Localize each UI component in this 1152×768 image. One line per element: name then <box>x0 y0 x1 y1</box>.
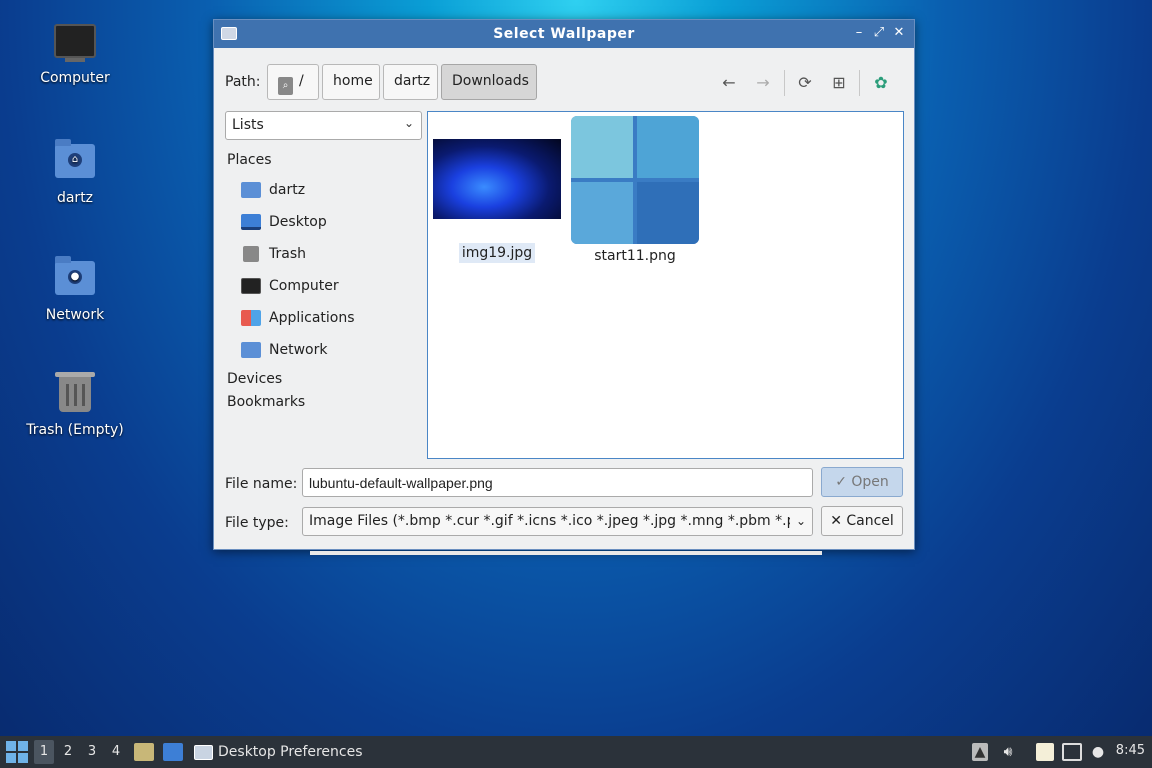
desktop-icon-label: Network <box>45 307 105 323</box>
minimize-icon[interactable]: – <box>852 25 866 41</box>
cancel-button[interactable]: ✕ Cancel <box>821 506 903 536</box>
chevron-down-icon: ⌄ <box>403 116 414 130</box>
volume-icon[interactable]: 🔊︎ <box>998 743 1018 761</box>
network-folder-icon <box>241 342 261 358</box>
chevron-down-icon: ⌄ <box>790 508 812 535</box>
file-name: start11.png <box>594 248 676 264</box>
sidebar-item-applications[interactable]: Applications <box>227 302 422 334</box>
breadcrumb-home[interactable]: home <box>322 64 380 100</box>
workspace-3[interactable]: 3 <box>82 740 102 764</box>
home-folder-icon: ⌂ <box>53 139 97 184</box>
notification-icon[interactable]: ● <box>1090 743 1106 761</box>
path-bar: Path: ⌕ / home dartz Downloads ← → ⟳ ⊞ ✿ <box>214 64 914 100</box>
background-window-edge <box>310 551 822 555</box>
view-mode-select[interactable]: Lists ⌄ <box>225 111 422 140</box>
clipboard-icon[interactable] <box>1036 743 1054 761</box>
desktop-icon-label: Computer <box>40 70 110 86</box>
workspace-1[interactable]: 1 <box>34 740 54 764</box>
file-icon-view[interactable]: img19.jpg start11.png <box>427 111 904 459</box>
devices-heading[interactable]: Devices <box>227 368 422 391</box>
new-folder-icon[interactable]: ⊞ <box>828 72 850 94</box>
desktop-icon <box>241 214 261 230</box>
start-menu-icon[interactable] <box>6 741 28 763</box>
checkmark-icon: ✓ <box>835 474 847 490</box>
breadcrumb-root[interactable]: ⌕ / <box>267 64 319 100</box>
file-type-label: File type: <box>225 515 289 531</box>
maximize-icon[interactable]: ⤢ <box>872 25 886 41</box>
workspace-4[interactable]: 4 <box>106 740 126 764</box>
computer-icon <box>241 278 261 294</box>
trash-icon <box>53 372 97 416</box>
file-name: img19.jpg <box>458 243 536 263</box>
drive-icon: ⌕ <box>278 77 293 95</box>
file-name-input[interactable] <box>302 468 813 497</box>
bookmarks-heading[interactable]: Bookmarks <box>227 391 422 414</box>
computer-icon <box>53 24 97 64</box>
image-thumbnail <box>433 139 561 219</box>
back-arrow-icon[interactable]: ← <box>718 72 740 94</box>
file-name-label: File name: <box>225 476 298 492</box>
dialog-title: Select Wallpaper <box>493 26 635 42</box>
desktop-icon-home[interactable]: ⌂ dartz <box>20 139 130 206</box>
tray-arrow-icon[interactable]: ▲ <box>972 743 988 761</box>
places-heading[interactable]: Places <box>227 150 422 174</box>
desktop-icon-label: Trash (Empty) <box>26 422 124 438</box>
close-icon[interactable]: ✕ <box>892 25 906 41</box>
desktop-icon-trash[interactable]: Trash (Empty) <box>20 372 130 438</box>
forward-arrow-icon[interactable]: → <box>752 72 774 94</box>
select-wallpaper-dialog: Select Wallpaper – ⤢ ✕ Path: ⌕ / home dar… <box>213 19 915 550</box>
breadcrumb-dartz[interactable]: dartz <box>383 64 438 100</box>
cancel-x-icon: ✕ <box>830 513 842 529</box>
desktop-icon-computer[interactable]: Computer <box>20 24 130 86</box>
sidebar-item-trash[interactable]: Trash <box>227 238 422 270</box>
image-thumbnail <box>571 116 699 244</box>
reload-icon[interactable]: ⟳ <box>794 72 816 94</box>
desktop-icon-network[interactable]: ● Network <box>20 256 130 323</box>
network-folder-icon: ● <box>53 256 97 301</box>
sidebar-item-dartz[interactable]: dartz <box>227 174 422 206</box>
file-manager-icon[interactable] <box>134 743 154 761</box>
network-status-icon[interactable] <box>1062 743 1082 761</box>
applications-icon <box>241 310 261 326</box>
open-button[interactable]: ✓ Open <box>821 467 903 497</box>
toolbar-separator <box>859 70 860 96</box>
workspace-2[interactable]: 2 <box>58 740 78 764</box>
file-tile-start11[interactable]: start11.png <box>570 116 700 264</box>
file-tile-img19[interactable]: img19.jpg <box>432 116 562 263</box>
home-folder-icon <box>241 182 261 198</box>
preview-icon[interactable]: ✿ <box>870 72 892 94</box>
sidebar-item-computer[interactable]: Computer <box>227 270 422 302</box>
taskbar: 1 2 3 4 Desktop Preferences ▲ 🔊︎ ● 8:45 <box>0 736 1152 768</box>
desktop-icon-label: dartz <box>56 190 94 206</box>
toolbar-separator <box>784 70 785 96</box>
path-label: Path: <box>225 74 261 90</box>
show-desktop-icon[interactable] <box>163 743 183 761</box>
sidebar-item-network[interactable]: Network <box>227 334 422 366</box>
clock[interactable]: 8:45 <box>1116 743 1145 758</box>
trash-icon <box>243 246 259 262</box>
breadcrumb-downloads[interactable]: Downloads <box>441 64 537 100</box>
task-desktop-preferences[interactable]: Desktop Preferences <box>194 741 363 763</box>
dialog-titlebar[interactable]: Select Wallpaper – ⤢ ✕ <box>214 20 914 48</box>
window-app-icon <box>194 745 213 760</box>
places-sidebar: Places dartz Desktop Trash Computer Appl… <box>227 150 422 414</box>
sidebar-item-desktop[interactable]: Desktop <box>227 206 422 238</box>
file-type-select[interactable]: Image Files (*.bmp *.cur *.gif *.icns *.… <box>302 507 813 536</box>
